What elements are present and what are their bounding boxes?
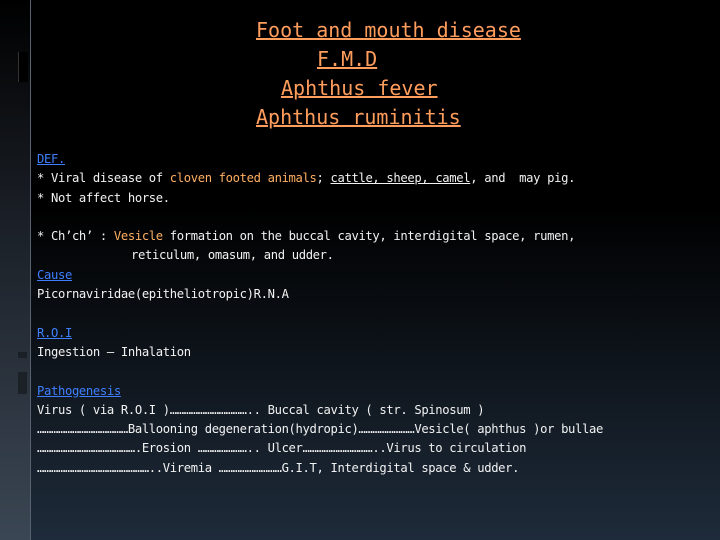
underlined-text: cattle, sheep, camel	[330, 171, 471, 186]
title-line: Aphthus fever	[281, 76, 438, 100]
highlight-text: Vesicle	[113, 229, 163, 244]
title-line: Foot and mouth disease	[256, 18, 521, 42]
cause-heading: Cause	[37, 267, 72, 282]
pathogenesis-line-3: …………………………………….Erosion ………………….. Ulcer………	[37, 441, 527, 456]
pathogenesis-line-4: …………………………………………..Viremia ………………………G.I.T…	[37, 460, 520, 475]
def-heading: DEF.	[37, 152, 65, 166]
title-line: Aphthus ruminitis	[256, 105, 461, 129]
pathogenesis-line-1: Virus ( via R.O.I )…………………………….. Buccal …	[37, 402, 485, 417]
slide-title: Foot and mouth disease F.M.D Aphthus fev…	[0, 16, 720, 132]
text-run: ;	[316, 171, 331, 186]
slide-body: DEF. * Viral disease of cloven footed an…	[37, 150, 717, 478]
def-line-2: * Not affect horse.	[37, 190, 170, 205]
text-run: formation on the buccal cavity, interdig…	[162, 229, 576, 244]
text-run: , and may pig.	[470, 171, 576, 186]
text-run: * Ch’ch’ :	[37, 229, 114, 244]
highlight-text: cloven footed animals	[169, 171, 317, 186]
roi-heading: R.O.I	[37, 325, 72, 340]
slide-bullet-marker	[18, 352, 27, 358]
def-line-1: * Viral disease of cloven footed animals…	[37, 169, 717, 188]
pathogenesis-line-2: …………………………………Ballooning degeneration(hyd…	[37, 422, 603, 437]
text-run: * Viral disease of	[37, 171, 170, 186]
title-line: F.M.D	[317, 47, 378, 71]
slide-bullet-marker	[18, 372, 27, 394]
cause-text: Picornaviridae(epitheliotropic)R.N.A	[37, 287, 289, 302]
pathogenesis-heading: Pathogenesis	[37, 383, 121, 398]
ch-line-2: reticulum, omasum, and udder.	[131, 248, 334, 263]
ch-line-1: * Ch’ch’ : Vesicle formation on the bucc…	[37, 227, 717, 246]
roi-text: Ingestion – Inhalation	[37, 344, 191, 359]
